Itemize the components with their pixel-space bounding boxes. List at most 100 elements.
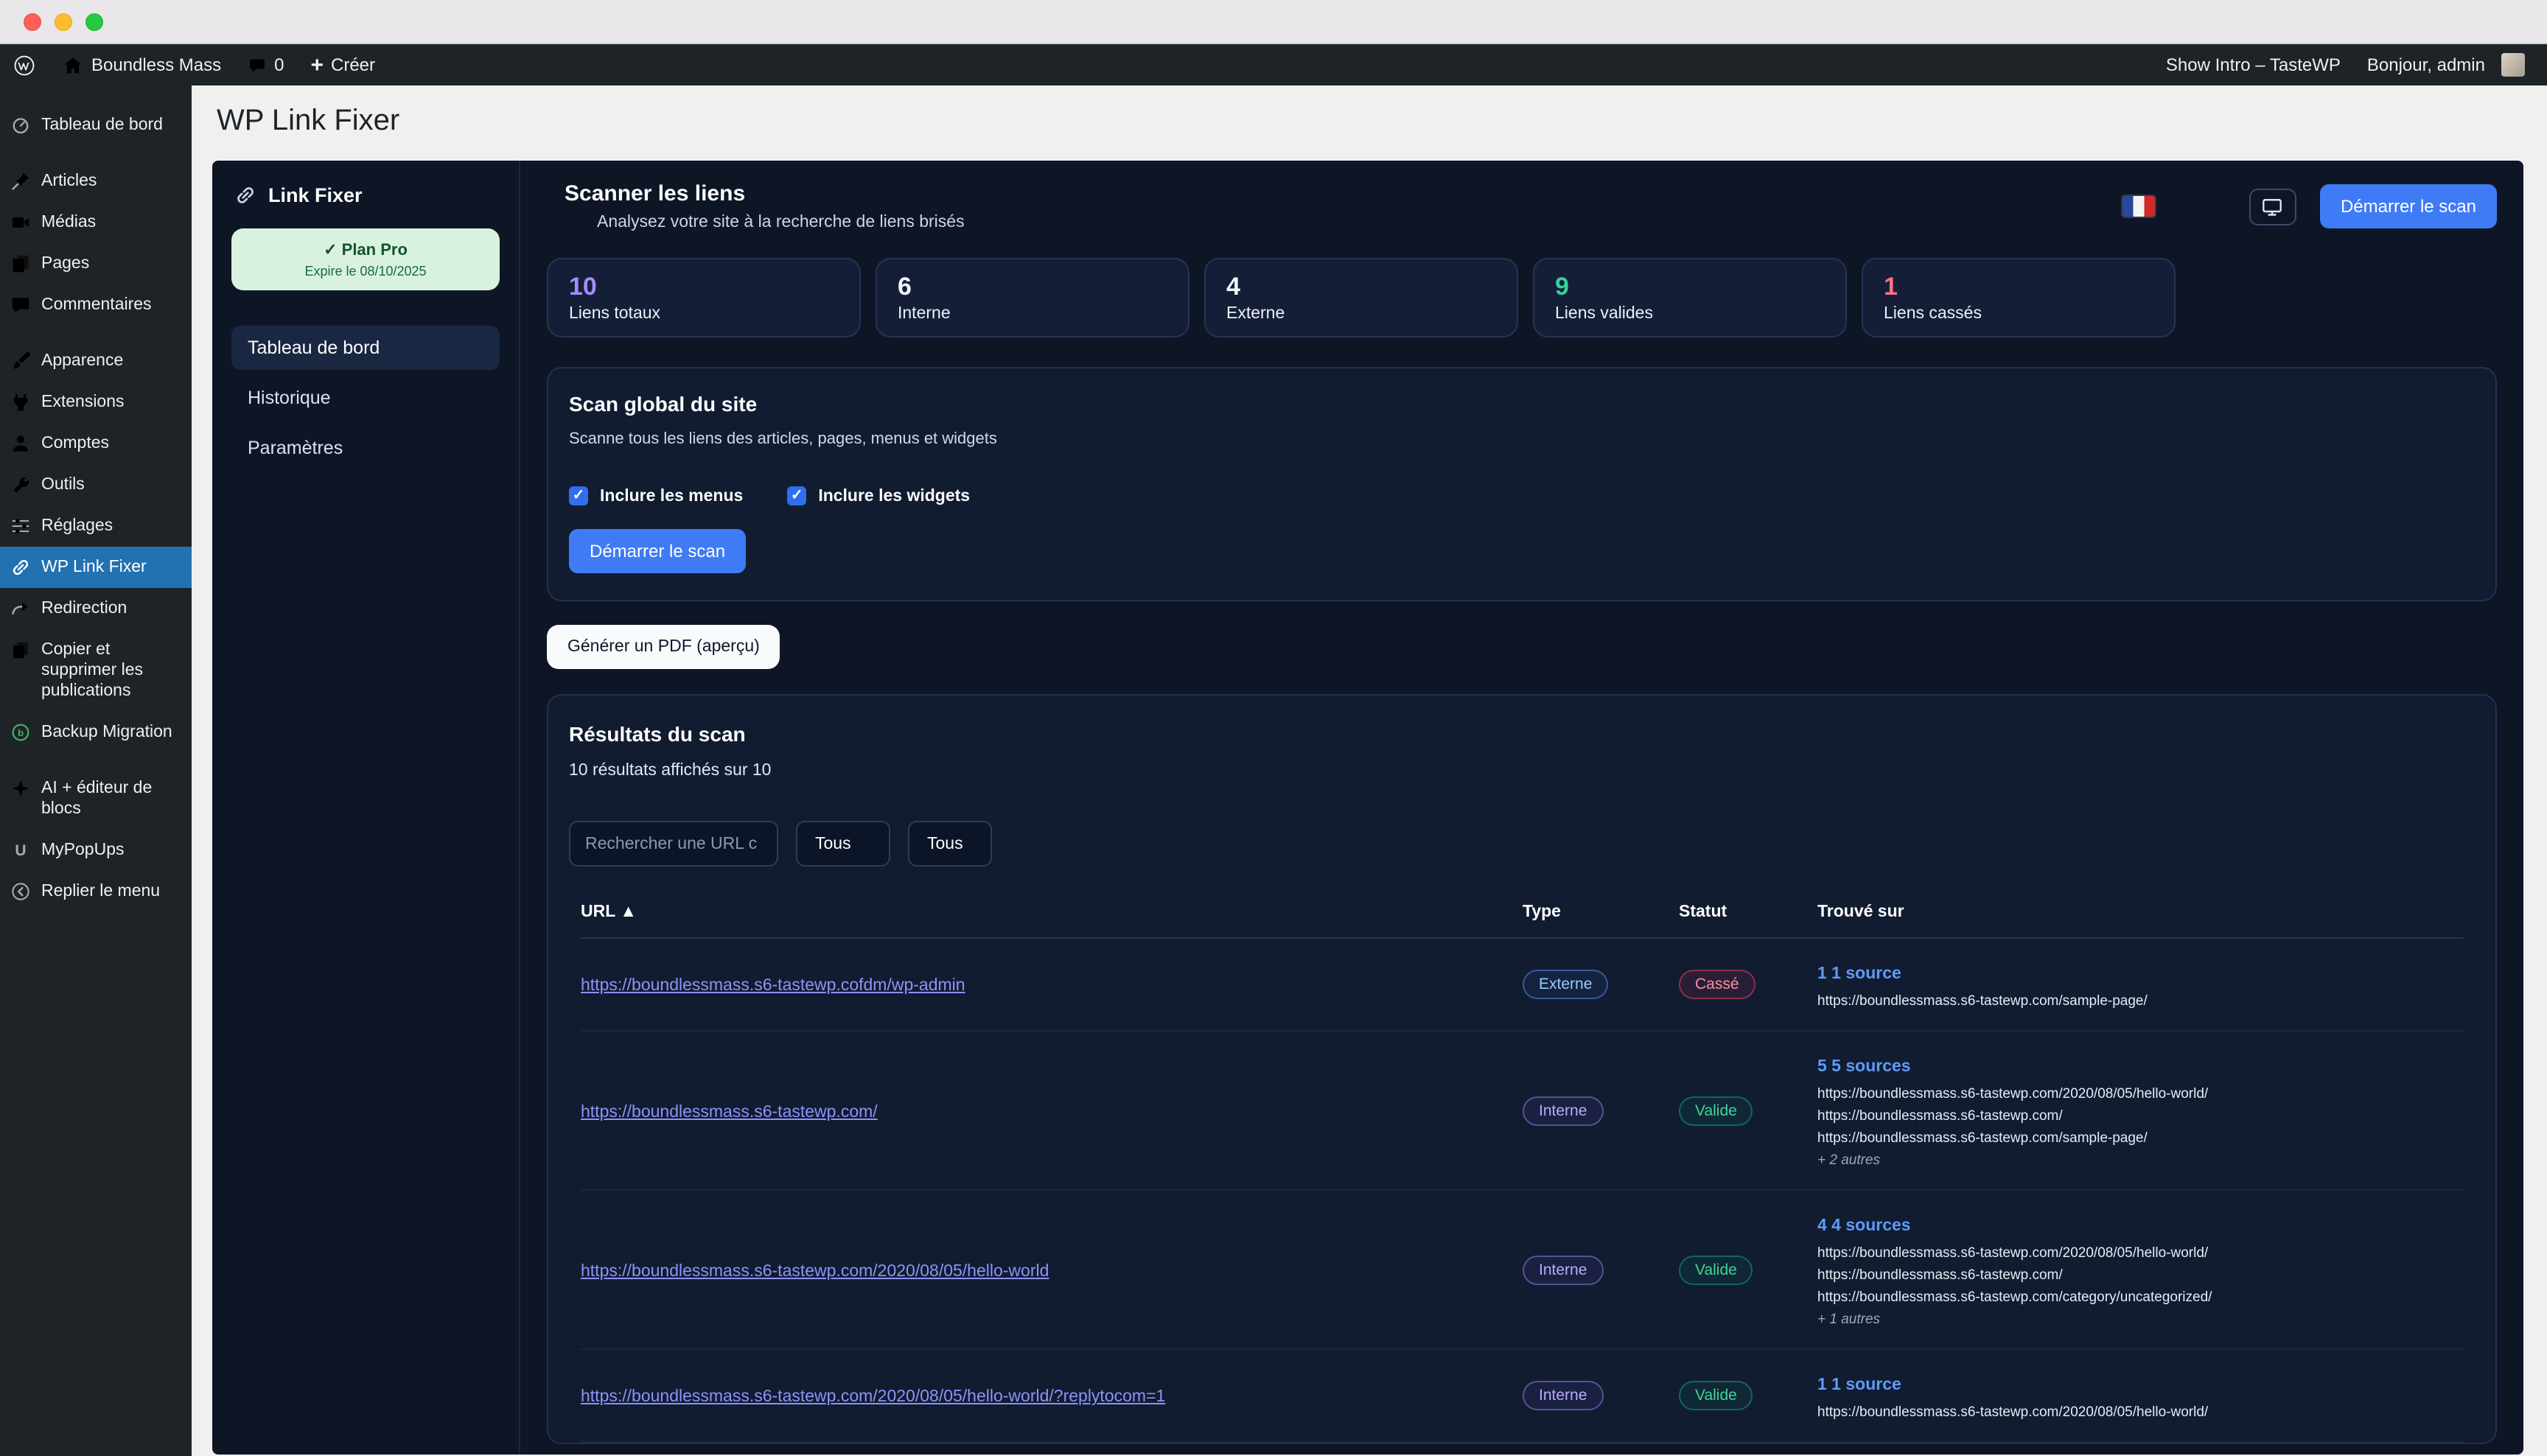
table-body: https://boundlessmass.s6-tastewp.cofdm/w…	[581, 939, 2463, 1443]
sources-list: https://boundlessmass.s6-tastewp.com/202…	[1817, 1404, 2463, 1421]
sidebar-item-redirection[interactable]: Redirection	[0, 588, 192, 629]
status-badge: Valide	[1679, 1096, 1753, 1125]
account-menu[interactable]: Bonjour, admin	[2354, 53, 2538, 77]
results-filters: Tous Tous	[569, 821, 2475, 867]
admin-bar-right: Show Intro – TasteWP Bonjour, admin	[2153, 44, 2547, 85]
plan-expiry: Expire le 08/10/2025	[240, 264, 491, 279]
sidebar-item-accounts[interactable]: Comptes	[0, 423, 192, 464]
url-link[interactable]: https://boundlessmass.s6-tastewp.com/202…	[581, 1388, 1201, 1406]
status-badge: Valide	[1679, 1255, 1753, 1284]
type-filter-select[interactable]: Tous	[796, 821, 890, 867]
sidebar-item-appearance[interactable]: Apparence	[0, 340, 192, 382]
plugin-nav-dashboard[interactable]: Tableau de bord	[231, 326, 500, 370]
column-header-found-on[interactable]: Trouvé sur	[1817, 903, 2463, 921]
plan-name: ✓ Plan Pro	[240, 240, 491, 259]
sidebar-item-tools[interactable]: Outils	[0, 464, 192, 505]
table-row: https://boundlessmass.s6-tastewp.com/202…	[581, 1191, 2463, 1350]
include-menus-label: Inclure les menus	[600, 487, 743, 505]
sparkle-icon	[10, 778, 31, 799]
link-fixer-panel: Link Fixer ✓ Plan Pro Expire le 08/10/20…	[212, 161, 2523, 1455]
sidebar-item-medias[interactable]: Médias	[0, 202, 192, 243]
source-url: https://boundlessmass.s6-tastewp.com/sam…	[1817, 993, 2463, 1009]
status-filter-select[interactable]: Tous	[908, 821, 992, 867]
screen: Boundless Mass 0 + Créer Show Intro – Ta…	[0, 0, 2547, 1456]
status-badge: Cassé	[1679, 970, 1755, 999]
link-icon	[234, 184, 256, 206]
admin-layout: Tableau de bord Articles Médias Pages Co…	[0, 85, 2547, 1456]
new-content-menu[interactable]: + Créer	[297, 44, 388, 85]
stat-label: Interne	[898, 305, 1167, 323]
french-flag-icon[interactable]	[2122, 196, 2155, 217]
column-header-url[interactable]: URL ▲	[581, 903, 1523, 921]
column-header-status[interactable]: Statut	[1679, 903, 1817, 921]
stat-label: Externe	[1226, 305, 1496, 323]
sidebar-item-settings[interactable]: Réglages	[0, 505, 192, 547]
source-url: https://boundlessmass.s6-tastewp.com/202…	[1817, 1404, 2463, 1421]
url-link[interactable]: https://boundlessmass.s6-tastewp.com/202…	[581, 1262, 1084, 1280]
url-link[interactable]: https://boundlessmass.s6-tastewp.com/	[581, 1103, 913, 1121]
type-badge: Interne	[1523, 1096, 1603, 1125]
status-badge: Valide	[1679, 1381, 1753, 1410]
stat-value: 6	[898, 273, 1167, 302]
display-mode-button[interactable]	[2249, 188, 2296, 225]
global-scan-card: Scan global du site Scanne tous les lien…	[547, 367, 2497, 601]
sidebar-item-ai-block-editor[interactable]: AI + éditeur de blocs	[0, 768, 192, 830]
global-scan-options: ✓ Inclure les menus ✓ Inclure les widget…	[569, 486, 2475, 505]
more-sources: + 1 autres	[1817, 1312, 2463, 1328]
plugin-nav: Tableau de bord Historique Paramètres	[231, 326, 500, 470]
sidebar-item-comments[interactable]: Commentaires	[0, 284, 192, 326]
site-name: Boundless Mass	[91, 55, 221, 75]
minimize-window-button[interactable]	[55, 13, 72, 30]
generate-pdf-button[interactable]: Générer un PDF (aperçu)	[547, 625, 780, 669]
table-header-row: URL ▲ Type Statut Trouvé sur	[581, 895, 2463, 939]
plugin-nav-history[interactable]: Historique	[231, 376, 500, 420]
monitor-icon	[2262, 195, 2284, 217]
scan-header-text: Scanner les liens Analysez votre site à …	[565, 181, 965, 231]
backup-icon	[10, 722, 31, 743]
sidebar-item-extensions[interactable]: Extensions	[0, 382, 192, 423]
sidebar-item-backup-migration[interactable]: Backup Migration	[0, 712, 192, 753]
sidebar-item-collapse-menu[interactable]: Replier le menu	[0, 871, 192, 912]
comments-menu[interactable]: 0	[234, 44, 297, 85]
source-url: https://boundlessmass.s6-tastewp.com/202…	[1817, 1086, 2463, 1102]
column-header-type[interactable]: Type	[1523, 903, 1679, 921]
sidebar-item-articles[interactable]: Articles	[0, 161, 192, 202]
table-row: https://boundlessmass.s6-tastewp.com/202…	[581, 1350, 2463, 1443]
sources-count-link[interactable]: 1 1 source	[1817, 965, 1901, 983]
admin-content: WP Link Fixer Link Fixer ✓ Plan Pro Expi…	[192, 85, 2547, 1456]
include-menus-checkbox[interactable]: ✓ Inclure les menus	[569, 486, 743, 505]
sidebar-item-mypopups[interactable]: MyPopUps	[0, 830, 192, 871]
stat-value: 10	[569, 273, 839, 302]
sources-count-link[interactable]: 1 1 source	[1817, 1376, 1901, 1394]
table-row: https://boundlessmass.s6-tastewp.cofdm/w…	[581, 939, 2463, 1032]
stat-card-total: 10 Liens totaux	[547, 258, 861, 337]
sidebar-item-wp-link-fixer[interactable]: WP Link Fixer	[0, 547, 192, 588]
dashboard-icon	[10, 115, 31, 136]
zoom-window-button[interactable]	[85, 13, 103, 30]
wp-logo-menu[interactable]	[0, 44, 49, 85]
search-input[interactable]	[569, 821, 778, 867]
menu-group: Apparence Extensions Comptes Outils Régl…	[0, 333, 192, 760]
avatar	[2501, 53, 2525, 77]
plugin-title: Link Fixer	[268, 184, 363, 206]
sources-list: https://boundlessmass.s6-tastewp.com/202…	[1817, 1245, 2463, 1328]
global-scan-title: Scan global du site	[569, 392, 2475, 416]
show-intro-link[interactable]: Show Intro – TasteWP	[2153, 55, 2354, 75]
sidebar-item-pages[interactable]: Pages	[0, 243, 192, 284]
stat-card-external: 4 Externe	[1204, 258, 1518, 337]
sources-count-link[interactable]: 4 4 sources	[1817, 1217, 1911, 1235]
url-link[interactable]: https://boundlessmass.s6-tastewp.cofdm/w…	[581, 977, 1001, 995]
start-scan-button[interactable]: Démarrer le scan	[2320, 184, 2497, 228]
new-label: Créer	[331, 55, 375, 75]
type-badge: Externe	[1523, 970, 1608, 999]
global-scan-button[interactable]: Démarrer le scan	[569, 529, 746, 573]
sidebar-item-copy-delete-posts[interactable]: Copier et supprimer les publications	[0, 629, 192, 712]
include-widgets-checkbox[interactable]: ✓ Inclure les widgets	[787, 486, 970, 505]
sidebar-item-dashboard[interactable]: Tableau de bord	[0, 105, 192, 146]
results-table: URL ▲ Type Statut Trouvé sur https://bou…	[569, 895, 2475, 1443]
stat-card-broken: 1 Liens cassés	[1862, 258, 2176, 337]
plugin-nav-settings[interactable]: Paramètres	[231, 426, 500, 470]
site-menu[interactable]: Boundless Mass	[49, 44, 234, 85]
sources-count-link[interactable]: 5 5 sources	[1817, 1058, 1911, 1076]
close-window-button[interactable]	[24, 13, 41, 30]
